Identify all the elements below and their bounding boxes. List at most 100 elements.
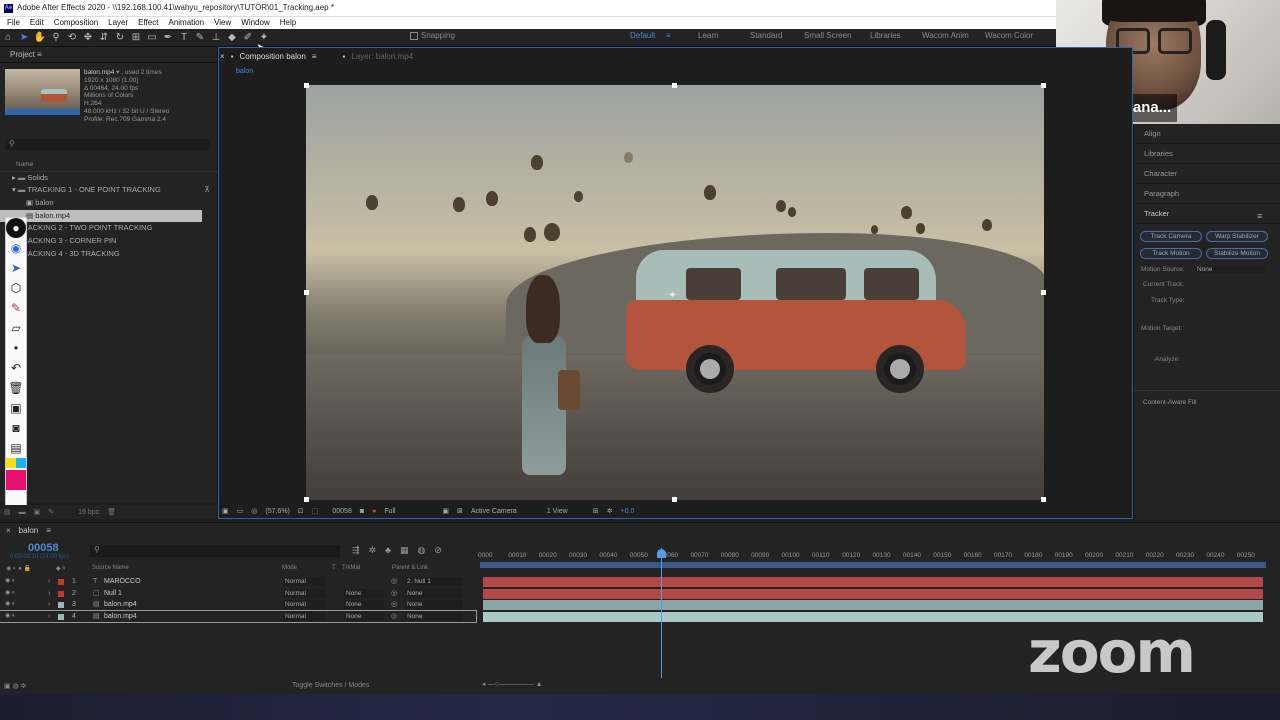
toggle-switches-modes[interactable]: Toggle Switches / Modes (292, 682, 369, 689)
mode-select[interactable]: Normal (283, 577, 325, 586)
label-color[interactable] (58, 602, 64, 608)
tracker-menu-icon[interactable]: ≡ (1257, 211, 1262, 221)
roto-brush-tool-icon[interactable]: ✐ (240, 30, 256, 46)
track-motion-button[interactable]: Track Motion (1140, 248, 1202, 259)
selection-tool-icon[interactable]: ➤ (16, 30, 32, 46)
mask-icon[interactable]: ◎ (251, 507, 257, 515)
menu-layer[interactable]: Layer (103, 17, 133, 29)
grid-icon[interactable]: ▭ (237, 507, 244, 515)
type-tool-icon[interactable]: T (176, 30, 192, 46)
close-icon[interactable]: × (6, 526, 11, 535)
interpret-footage-icon[interactable]: ▤ (4, 508, 11, 516)
eraser-tool-icon[interactable]: ◆ (224, 30, 240, 46)
layer-handle[interactable] (1041, 497, 1046, 502)
column-header-name[interactable]: Name (0, 159, 218, 172)
layer-handle[interactable] (672, 497, 677, 502)
workspace-small-screen[interactable]: Small Screen (804, 31, 854, 40)
channel-icon[interactable]: ● (372, 508, 376, 515)
brush-tool-icon[interactable]: ✎ (192, 30, 208, 46)
dot-icon[interactable]: • (6, 338, 26, 358)
3d-view-icon[interactable]: ⊞ (593, 507, 599, 515)
tab-balon-timeline[interactable]: balon (19, 526, 39, 535)
parent-select[interactable]: 2. Null 1 (405, 577, 463, 586)
delete-icon[interactable]: 🗑 (107, 508, 116, 516)
clone-stamp-tool-icon[interactable]: ⊥ (208, 30, 224, 46)
hand-tool-icon[interactable]: ✋ (32, 30, 48, 46)
layer-duration-bar[interactable] (483, 588, 1263, 599)
layer-handle[interactable] (1041, 290, 1046, 295)
menu-file[interactable]: File (2, 17, 25, 29)
adjust-icon[interactable]: ✎ (48, 508, 54, 516)
viewer-timecode[interactable]: 00058 (332, 508, 351, 515)
layer-name[interactable]: balon.mp4 (104, 611, 137, 623)
visibility-icon[interactable]: ◉ ◐ (5, 588, 16, 600)
transparency-icon[interactable]: ⊠ (457, 507, 463, 515)
motion-source-select[interactable]: None (1195, 266, 1265, 273)
item-balon-comp[interactable]: ▣ balon (0, 197, 218, 210)
workspace-wacom-anim[interactable]: Wacom Anim (922, 31, 974, 40)
workspace-wacom-color[interactable]: Wacom Color (985, 31, 1035, 40)
panel-align[interactable]: Align (1134, 124, 1280, 144)
layer-name[interactable]: Null 1 (104, 588, 122, 600)
pen-icon[interactable]: ✎ (6, 298, 26, 318)
label-color[interactable] (58, 579, 64, 585)
panel-menu-icon[interactable]: ≡ (46, 526, 51, 535)
frame-blend-icon[interactable]: ▦ (400, 545, 409, 556)
render-time-icon[interactable]: ▣ ◍ ✲ (4, 682, 26, 690)
pickwhip-icon[interactable]: ◎ (391, 599, 397, 611)
folder-tracking-1[interactable]: ▾ ▬ TRACKING 1 - ONE POINT TRACKING ⊼ (0, 184, 218, 197)
expand-arrow-icon[interactable]: › (48, 588, 50, 600)
project-panel-title[interactable]: Project ≡ (0, 47, 217, 63)
layer-handle[interactable] (1041, 83, 1046, 88)
parent-select[interactable]: None (405, 611, 463, 621)
tab-composition[interactable]: Composition balon (240, 52, 306, 61)
roi-icon[interactable]: ▣ (442, 507, 449, 515)
rectangle-tool-icon[interactable]: ▭ (144, 30, 160, 46)
comp-flowchart-icon[interactable]: ⇶ (352, 545, 360, 556)
pointer-icon[interactable]: ➤ (6, 258, 26, 278)
snapping-toggle[interactable]: Snapping (410, 31, 455, 40)
safe-zone-icon[interactable]: ⬚ (312, 507, 319, 515)
anchor-tool-icon[interactable]: ⊞ (128, 30, 144, 46)
visibility-icon[interactable]: ◉ ◐ (5, 611, 16, 623)
anchor-point-icon[interactable]: ⌖ (669, 288, 681, 300)
pen-tool-icon[interactable]: ✒ (160, 30, 176, 46)
bpc-label[interactable]: 16 bpc (78, 509, 99, 516)
save-icon[interactable]: ▤ (6, 438, 26, 458)
workspace-libraries[interactable]: Libraries (870, 31, 912, 40)
eraser-icon[interactable]: ⬡ (6, 278, 26, 298)
new-folder-icon[interactable]: ▬ (19, 509, 26, 516)
trkmat-select[interactable]: None (344, 588, 384, 598)
stabilize-motion-button[interactable]: Stabilize Motion (1206, 248, 1268, 259)
panel-paragraph[interactable]: Paragraph (1134, 184, 1280, 204)
folder-tracking-3[interactable]: ▸ TRACKING 3 - CORNER PIN (0, 235, 218, 248)
menu-view[interactable]: View (209, 17, 236, 29)
exposure-icon[interactable]: ✲ (607, 507, 613, 515)
zoom-level[interactable]: (57,6%) (265, 508, 290, 515)
menu-composition[interactable]: Composition (49, 17, 103, 29)
playhead-line[interactable] (661, 548, 662, 678)
board-icon[interactable]: ▣ (6, 398, 26, 418)
camera-icon[interactable]: ◙ (6, 418, 26, 438)
preview-icon[interactable]: ▣ (222, 507, 229, 515)
mode-select[interactable]: Normal (283, 588, 325, 598)
eye-icon[interactable]: ◉ (6, 238, 26, 258)
column-mode[interactable]: Mode (282, 565, 297, 571)
label-color[interactable] (58, 590, 64, 597)
visibility-icon[interactable]: ◉ ◐ (5, 576, 16, 588)
mode-select[interactable]: Normal (283, 600, 325, 609)
pickwhip-icon[interactable]: ◎ (391, 576, 397, 588)
menu-help[interactable]: Help (275, 17, 301, 29)
content-aware-fill-panel[interactable]: Content-Aware Fill (1143, 399, 1196, 406)
lock-icon[interactable]: ▪ (231, 52, 234, 61)
menu-window[interactable]: Window (236, 17, 274, 29)
workspace-learn[interactable]: Learn (698, 31, 736, 40)
panel-menu-icon[interactable]: ≡ (312, 52, 317, 61)
layer-handle[interactable] (304, 83, 309, 88)
folder-tracking-2[interactable]: ▸ TRACKING 2 - TWO POINT TRACKING (0, 222, 218, 235)
layer-handle[interactable] (304, 290, 309, 295)
pickwhip-icon[interactable]: ◎ (391, 611, 397, 623)
zoom-slider[interactable]: ◂ —○————— ▲ (482, 680, 543, 688)
mode-select[interactable]: Normal (283, 611, 325, 621)
warp-stabilizer-button[interactable]: Warp Stabilizer (1206, 231, 1268, 242)
